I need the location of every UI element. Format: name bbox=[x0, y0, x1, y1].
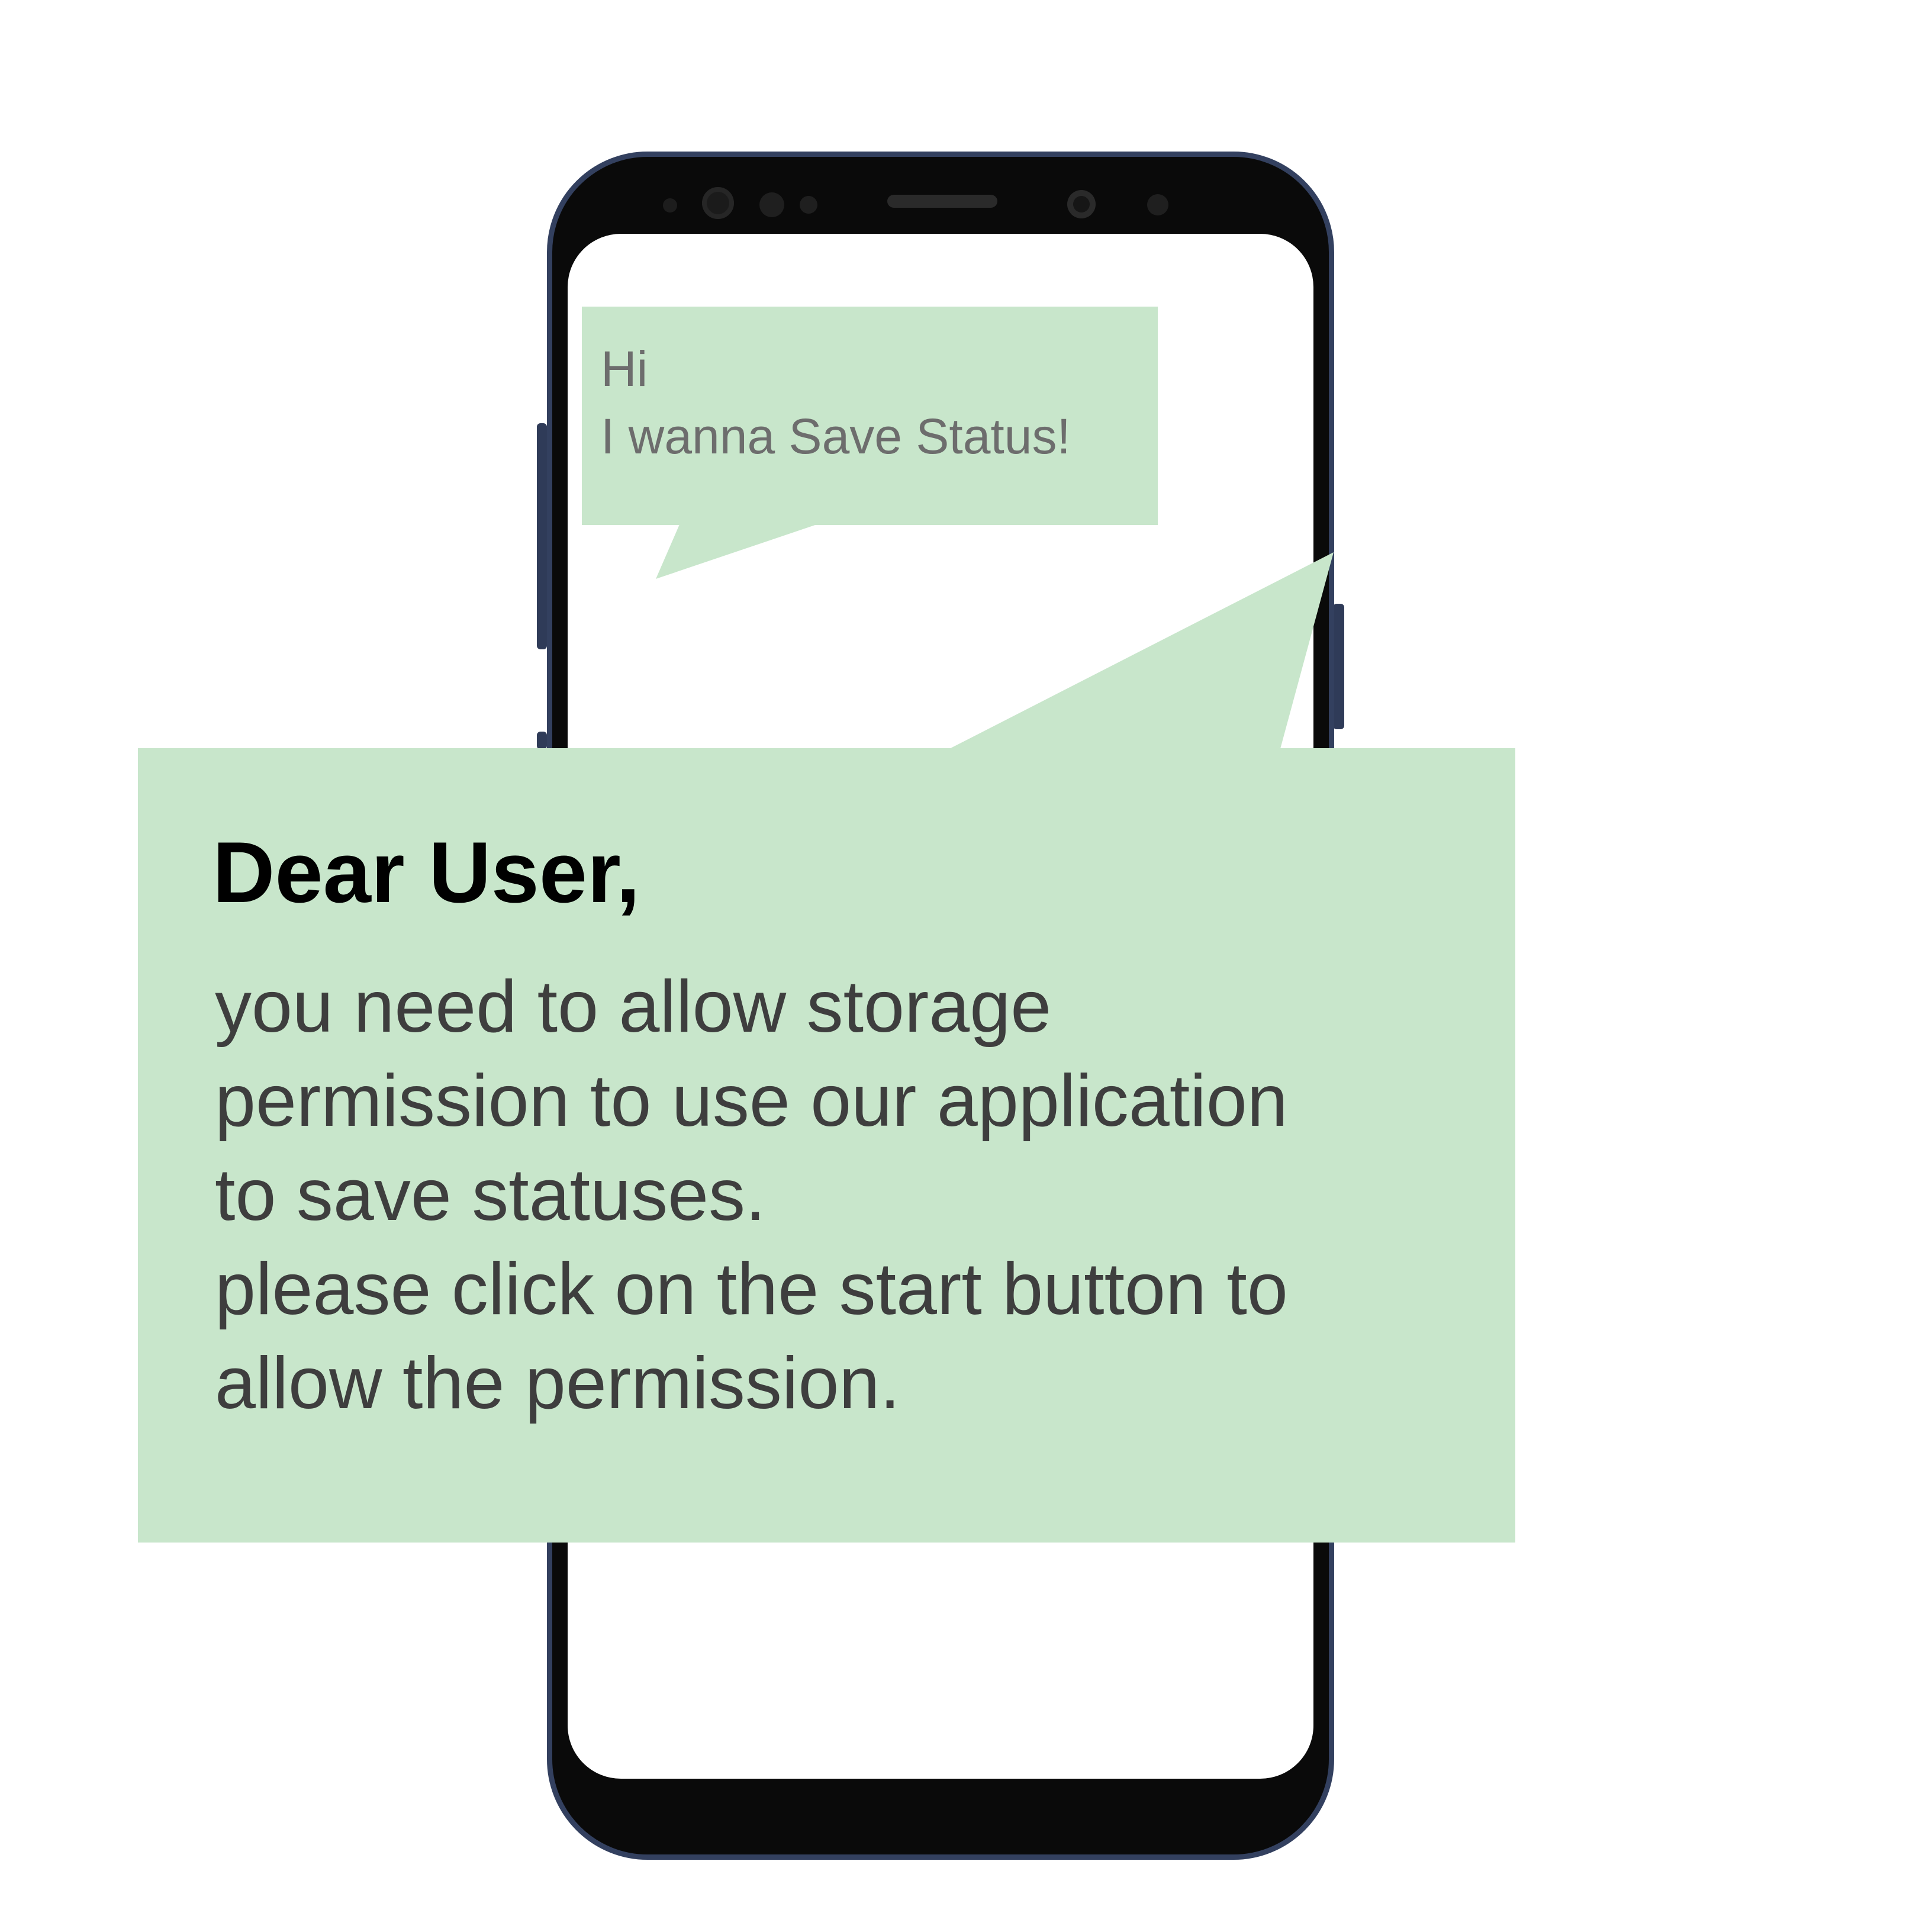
user-bubble-line: Hi bbox=[601, 341, 648, 397]
message-line: permission to use our application bbox=[215, 1060, 1288, 1142]
permission-message: you need to allow storage permission to … bbox=[215, 960, 1444, 1431]
greeting-heading: Dear User, bbox=[212, 824, 640, 920]
user-speech-bubble: Hi I wanna Save Status! bbox=[582, 307, 1158, 525]
large-bubble-tail bbox=[949, 552, 1334, 749]
message-line: to save statuses. bbox=[215, 1154, 766, 1236]
permission-message-bubble: Dear User, you need to allow storage per… bbox=[138, 748, 1515, 1543]
small-bubble-tail bbox=[656, 524, 817, 579]
message-line: allow the permission. bbox=[215, 1342, 900, 1424]
user-bubble-line: I wanna Save Status! bbox=[601, 408, 1071, 464]
message-line: you need to allow storage bbox=[215, 966, 1052, 1048]
message-line: please click on the start button to bbox=[215, 1248, 1288, 1330]
permission-intro-page: Hi I wanna Save Status! Dear User, you n… bbox=[0, 0, 1932, 1932]
